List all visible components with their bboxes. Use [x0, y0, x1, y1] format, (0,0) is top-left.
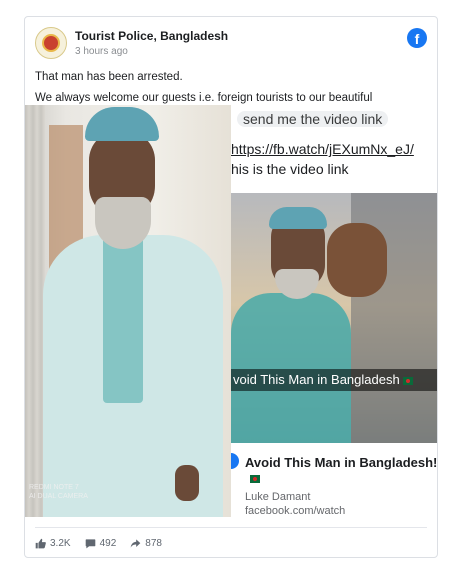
link-title: Avoid This Man in Bangladesh! — [245, 455, 437, 470]
bangladesh-flag-icon — [402, 376, 413, 385]
shares-count: 878 — [145, 537, 162, 549]
pointing-hand — [327, 223, 387, 297]
comment-icon — [85, 538, 95, 548]
video-thumbnail: void This Man in Bangladesh — [231, 193, 437, 443]
link-preview: Avoid This Man in Bangladesh! Luke Daman… — [231, 443, 437, 517]
link-author: Luke Damant — [245, 491, 311, 503]
video-man-body — [231, 293, 351, 443]
post-line-1: That man has been arrested. — [35, 71, 183, 83]
watermark-line-1: REDMI NOTE 7 — [29, 484, 79, 491]
post-header: Tourist Police, Bangladesh 3 hours ago f — [35, 27, 427, 61]
kurta-embroidery — [103, 233, 143, 403]
chat-link: https://fb.watch/jEXumNx_eJ/ — [231, 141, 414, 157]
like-icon — [35, 538, 46, 548]
page-avatar[interactable] — [35, 27, 67, 59]
chat-message-3: his is the video link — [231, 161, 349, 177]
likes-stat[interactable]: 3.2K — [35, 538, 71, 549]
arrested-man-photo[interactable]: REDMI NOTE 7 AI DUAL CAMERA — [25, 105, 231, 517]
curtain — [25, 105, 45, 517]
tourist-police-logo-icon — [42, 34, 60, 52]
prayer-cap — [85, 107, 159, 141]
hand — [175, 465, 199, 501]
page-name[interactable]: Tourist Police, Bangladesh — [75, 29, 228, 43]
link-url: facebook.com/watch — [245, 505, 346, 517]
video-caption: void This Man in Bangladesh — [231, 369, 437, 391]
video-caption-text: void This Man in Bangladesh — [233, 372, 400, 387]
share-icon — [130, 538, 141, 548]
video-man-cap — [269, 207, 327, 229]
watermark-line-2: AI DUAL CAMERA — [29, 493, 88, 500]
likes-count: 3.2K — [50, 537, 71, 549]
facebook-icon[interactable]: f — [407, 28, 427, 48]
post-stats: 3.2K 492 878 — [35, 535, 176, 551]
chat-area: send me the video link https://fb.watch/… — [231, 105, 437, 193]
comments-count: 492 — [99, 537, 117, 549]
chat-message-1: send me the video link — [237, 111, 389, 127]
post-time[interactable]: 3 hours ago — [75, 46, 128, 57]
camera-watermark: REDMI NOTE 7 AI DUAL CAMERA — [29, 483, 88, 501]
chat-screenshot[interactable]: send me the video link https://fb.watch/… — [231, 105, 437, 517]
comments-stat[interactable]: 492 — [85, 537, 117, 549]
post-media[interactable]: REDMI NOTE 7 AI DUAL CAMERA send me the … — [25, 105, 437, 517]
bangladesh-flag-icon — [250, 475, 260, 483]
post-card: Tourist Police, Bangladesh 3 hours ago f… — [24, 16, 438, 558]
divider — [35, 527, 427, 528]
shares-stat[interactable]: 878 — [130, 538, 162, 549]
play-icon — [231, 453, 239, 469]
